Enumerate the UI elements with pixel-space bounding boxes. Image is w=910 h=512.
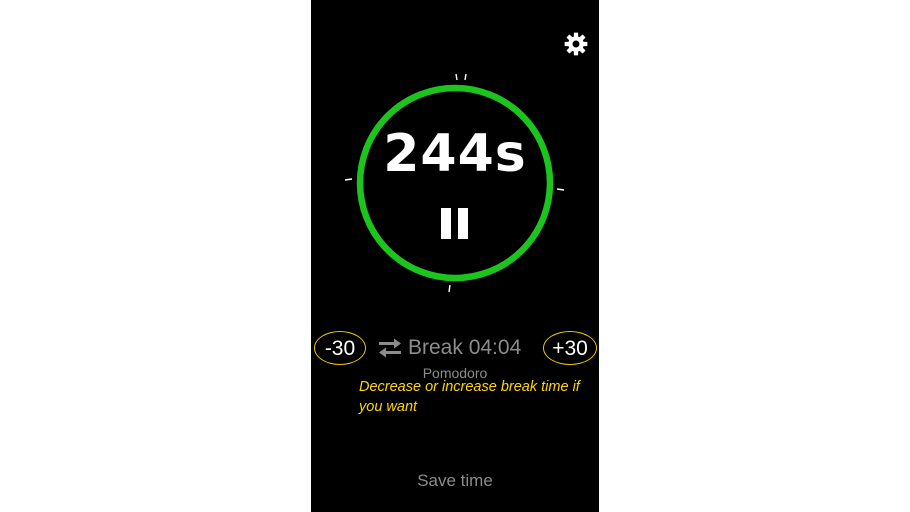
save-time-button[interactable]: Save time <box>395 468 515 494</box>
timer-display: 244s <box>383 124 527 184</box>
increase-30-button[interactable]: +30 <box>543 331 597 365</box>
decrease-30-button[interactable]: -30 <box>314 331 366 365</box>
pause-button[interactable] <box>435 206 475 242</box>
mode-switch[interactable]: Break 04:04 <box>377 333 521 363</box>
tutorial-annotation: Decrease or increase break time if you w… <box>359 379 580 415</box>
app-screen: 244s -30 Break 04:04 +30 Pomodoro Decrea… <box>311 0 599 512</box>
break-mode-label: Break 04:04 <box>408 336 522 359</box>
swap-arrows-icon <box>379 338 401 358</box>
